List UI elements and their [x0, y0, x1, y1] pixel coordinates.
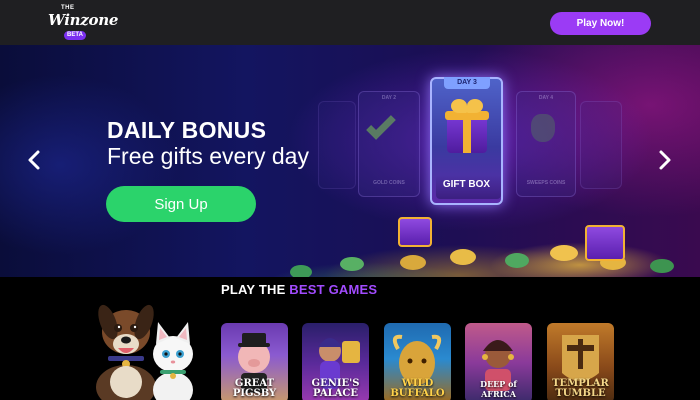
gift-box-ribbon: [463, 115, 471, 153]
chevron-right-icon[interactable]: [658, 149, 672, 171]
game-title: TEMPLAR TUMBLE: [552, 378, 609, 399]
mascot-dog-and-cat-image: [96, 304, 193, 400]
top-header: THE Winzone BETA Play Now!: [0, 0, 700, 45]
bonus-card-reward-label: SWEEPS COINS: [526, 180, 566, 186]
bonus-card-day-label: DAY 3: [444, 77, 490, 89]
bonus-card-day-4: DAY 4 SWEEPS COINS: [516, 91, 576, 197]
bonus-card-day-3: DAY 3 GIFT BOX: [430, 77, 503, 205]
daily-bonus-hero-banner: DAY 2 GOLD COINS DAY 4 SWEEPS COINS DAY …: [0, 45, 700, 277]
game-title: WILD BUFFALO: [390, 378, 445, 399]
gift-box-small: [585, 225, 625, 261]
gift-box-small: [398, 217, 432, 247]
sign-up-button[interactable]: Sign Up: [106, 186, 256, 222]
game-tile-great-pigsby[interactable]: GREAT PIGSBY: [221, 323, 288, 400]
coin: [340, 257, 364, 271]
beta-badge: BETA: [64, 31, 86, 40]
gift-box-bow: [467, 99, 483, 113]
play-now-button[interactable]: Play Now!: [550, 12, 651, 35]
coin: [650, 259, 674, 273]
game-title: GREAT PIGSBY: [232, 378, 277, 399]
game-tile-genies-palace[interactable]: GENIE'S PALACE: [302, 323, 369, 400]
game-title: DEEP of AFRICA: [480, 379, 517, 399]
game-tile-deep-of-africa[interactable]: DEEP of AFRICA: [465, 323, 532, 400]
bonus-card-day-label: DAY 2: [381, 95, 397, 101]
coin-pile: [250, 195, 700, 277]
chevron-left-icon[interactable]: [27, 149, 41, 171]
bonus-card-day-2: DAY 2 GOLD COINS: [358, 91, 420, 197]
logo-wordmark: Winzone: [48, 11, 119, 29]
coin: [550, 245, 578, 261]
gift-box-icon: [445, 99, 489, 154]
bonus-card-day-label: DAY 4: [538, 95, 554, 101]
hero-title: DAILY BONUS: [107, 117, 267, 143]
game-tile-templar-tumble[interactable]: TEMPLAR TUMBLE: [547, 323, 614, 400]
game-tile-wild-buffalo[interactable]: WILD BUFFALO: [384, 323, 451, 400]
coin: [505, 253, 529, 268]
money-bag-icon: [531, 114, 555, 142]
winzone-logo[interactable]: THE Winzone BETA: [48, 5, 118, 40]
coin: [290, 265, 312, 277]
games-heading-prefix: PLAY THE: [221, 282, 286, 297]
coin: [400, 255, 426, 270]
bonus-card-reward-label: GIFT BOX: [442, 179, 491, 190]
games-section-heading: PLAY THE BEST GAMES: [221, 282, 377, 297]
hero-subtitle: Free gifts every day: [107, 143, 309, 169]
check-icon: [366, 110, 396, 140]
coin: [450, 249, 476, 265]
game-title: GENIE'S PALACE: [311, 378, 360, 399]
bonus-card-day-5: [580, 101, 622, 189]
gift-box-bow: [451, 99, 467, 113]
bonus-card-day-1: [318, 101, 356, 189]
bonus-card-reward-label: GOLD COINS: [373, 180, 405, 186]
games-heading-accent: BEST GAMES: [289, 282, 378, 297]
